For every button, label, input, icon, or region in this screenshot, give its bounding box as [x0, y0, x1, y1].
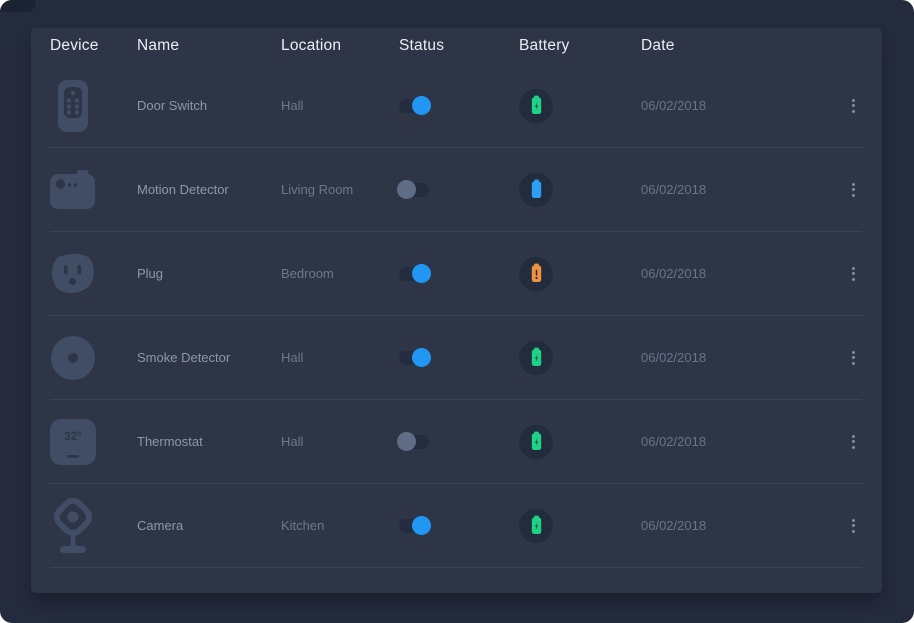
status-toggle[interactable] — [399, 519, 429, 533]
column-header-status: Status — [399, 37, 519, 55]
column-header-name: Name — [137, 37, 281, 55]
table-row: Door Switch Hall 06/02/2018 — [50, 64, 862, 148]
status-toggle[interactable] — [399, 99, 429, 113]
battery-indicator — [519, 89, 553, 123]
battery-icon — [529, 95, 544, 116]
table-row: Plug Bedroom 06/02/2018 — [50, 232, 862, 316]
status-toggle[interactable] — [399, 351, 429, 365]
battery-icon — [529, 515, 544, 536]
background-corner-shape — [0, 0, 36, 12]
device-date: 06/02/2018 — [641, 182, 832, 197]
remote-icon — [50, 77, 96, 135]
device-name: Door Switch — [137, 98, 281, 113]
device-location: Bedroom — [281, 266, 399, 281]
device-name: Smoke Detector — [137, 350, 281, 365]
battery-indicator — [519, 257, 553, 291]
device-name: Camera — [137, 518, 281, 533]
camera-icon — [50, 497, 96, 555]
column-header-date: Date — [641, 37, 832, 55]
device-date: 06/02/2018 — [641, 350, 832, 365]
device-date: 06/02/2018 — [641, 434, 832, 449]
battery-indicator — [519, 509, 553, 543]
row-menu-button[interactable] — [844, 346, 862, 370]
toggle-knob — [397, 180, 416, 199]
device-name: Plug — [137, 266, 281, 281]
toggle-knob — [412, 516, 431, 535]
status-toggle[interactable] — [399, 267, 429, 281]
battery-icon — [529, 347, 544, 368]
battery-indicator — [519, 341, 553, 375]
row-menu-button[interactable] — [844, 94, 862, 118]
device-table-card: Device Name Location Status Battery Date… — [31, 28, 882, 593]
toggle-knob — [412, 96, 431, 115]
smoke-detector-icon — [50, 329, 96, 387]
row-menu-button[interactable] — [844, 514, 862, 538]
device-date: 06/02/2018 — [641, 518, 832, 533]
device-location: Living Room — [281, 182, 399, 197]
device-location: Hall — [281, 434, 399, 449]
device-location: Kitchen — [281, 518, 399, 533]
device-name: Motion Detector — [137, 182, 281, 197]
row-menu-button[interactable] — [844, 430, 862, 454]
app-screen: Device Name Location Status Battery Date… — [0, 0, 914, 623]
status-toggle[interactable] — [399, 183, 429, 197]
table-row: Smoke Detector Hall 06/02/2018 — [50, 316, 862, 400]
battery-indicator — [519, 173, 553, 207]
status-toggle[interactable] — [399, 435, 429, 449]
table-row: 32° Thermostat Hall 06/02/2018 — [50, 400, 862, 484]
device-name: Thermostat — [137, 434, 281, 449]
row-menu-button[interactable] — [844, 178, 862, 202]
toggle-knob — [397, 432, 416, 451]
battery-icon — [529, 179, 544, 200]
column-header-location: Location — [281, 37, 399, 55]
device-location: Hall — [281, 98, 399, 113]
column-header-device: Device — [50, 37, 137, 55]
thermostat-temp-label: 32° — [64, 431, 82, 443]
column-header-battery: Battery — [519, 37, 641, 55]
device-date: 06/02/2018 — [641, 98, 832, 113]
table-header: Device Name Location Status Battery Date — [50, 28, 862, 64]
device-date: 06/02/2018 — [641, 266, 832, 281]
device-table-body: Door Switch Hall 06/02/2018 — [31, 64, 882, 568]
battery-icon — [529, 431, 544, 452]
battery-indicator — [519, 425, 553, 459]
thermostat-icon: 32° — [50, 413, 96, 471]
battery-icon — [529, 263, 544, 284]
row-menu-button[interactable] — [844, 262, 862, 286]
table-row: Motion Detector Living Room 06/02/2018 — [50, 148, 862, 232]
plug-icon — [50, 245, 96, 303]
table-row: Camera Kitchen 06/02/2018 — [50, 484, 862, 568]
device-location: Hall — [281, 350, 399, 365]
toggle-knob — [412, 348, 431, 367]
toggle-knob — [412, 264, 431, 283]
motion-detector-icon — [50, 161, 96, 219]
